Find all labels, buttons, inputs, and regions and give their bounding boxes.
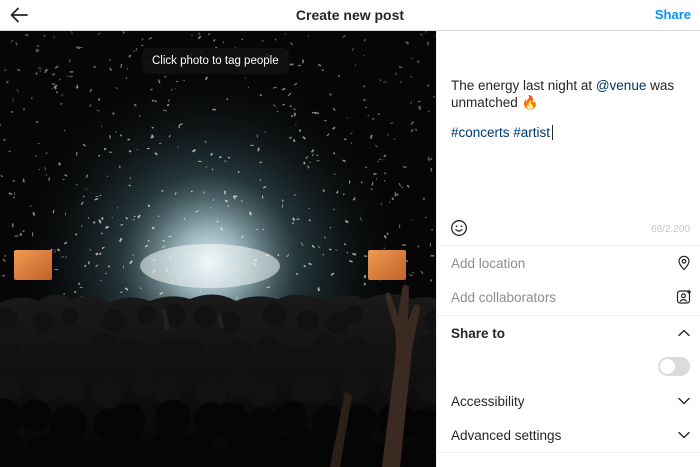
- concert-photo-image: [0, 31, 436, 467]
- share-button[interactable]: Share: [655, 7, 691, 22]
- divider: [437, 452, 700, 453]
- caption-text-before: The energy last night at: [451, 78, 596, 93]
- hashtags-text: #concerts #artist: [451, 125, 551, 140]
- share-to-label: Share to: [451, 326, 506, 341]
- caption-input[interactable]: The energy last night at @venue was unma…: [451, 77, 687, 111]
- chevron-up-icon[interactable]: [676, 325, 692, 341]
- page-title: Create new post: [295, 7, 405, 23]
- location-pin-icon: [676, 255, 692, 271]
- tag-people-tooltip: Click photo to tag people: [142, 48, 289, 74]
- character-count: 68/2,200: [651, 224, 690, 235]
- share-to-row[interactable]: Share to: [437, 315, 700, 349]
- smiley-icon[interactable]: [450, 219, 468, 237]
- share-to-toggle[interactable]: [658, 357, 690, 376]
- advanced-settings-label: Advanced settings: [451, 428, 562, 443]
- accessibility-row[interactable]: Accessibility: [437, 384, 700, 418]
- add-location-row[interactable]: Add location: [437, 245, 700, 279]
- add-person-icon: [676, 289, 692, 305]
- caption-mention[interactable]: @venue: [596, 78, 647, 93]
- add-collaborators-row[interactable]: Add collaborators: [437, 280, 700, 314]
- caption-hashtags[interactable]: #concerts #artist: [451, 125, 554, 140]
- add-location-input[interactable]: Add location: [451, 256, 525, 271]
- chevron-down-icon[interactable]: [676, 427, 692, 443]
- toggle-knob: [660, 359, 675, 374]
- post-photo[interactable]: Click photo to tag people: [0, 31, 436, 467]
- advanced-settings-row[interactable]: Advanced settings: [437, 418, 700, 452]
- top-bar: Create new post Share: [0, 0, 700, 31]
- chevron-down-icon[interactable]: [676, 393, 692, 409]
- add-collaborators-input[interactable]: Add collaborators: [451, 290, 556, 305]
- accessibility-label: Accessibility: [451, 394, 525, 409]
- text-cursor: [552, 125, 554, 140]
- post-details-panel: The energy last night at @venue was unma…: [436, 31, 700, 467]
